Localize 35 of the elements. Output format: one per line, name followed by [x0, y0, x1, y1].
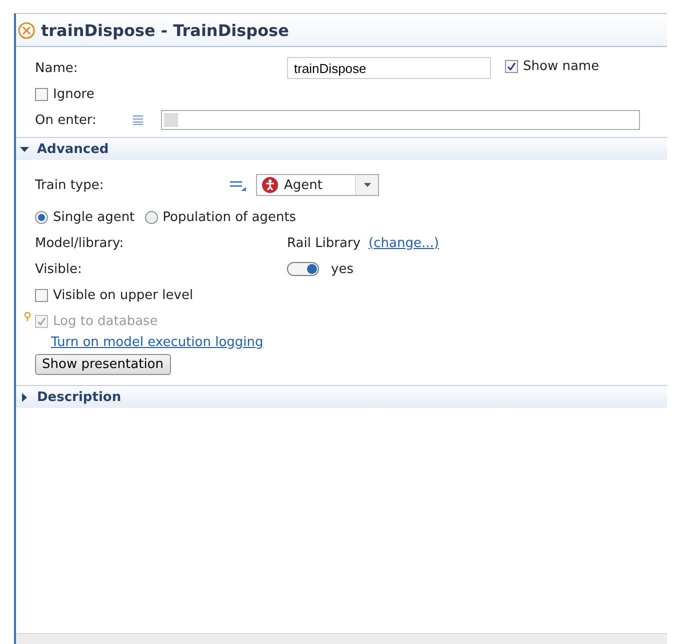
close-icon[interactable] — [18, 22, 35, 38]
expand-arrow-icon[interactable] — [20, 392, 29, 402]
lightbulb-icon — [24, 312, 31, 322]
agent-mode-radio[interactable]: Single agent — [35, 210, 135, 224]
logging-link[interactable]: Turn on model execution logging — [51, 334, 264, 350]
change-link[interactable]: (change...) — [368, 236, 439, 250]
name-label: Name: — [35, 60, 79, 76]
checkbox-label: Show name — [523, 59, 600, 74]
visible-label: Visible: — [35, 262, 83, 276]
on-enter-field[interactable] — [161, 110, 640, 130]
train-type-dropdown[interactable]: Agent — [256, 174, 379, 196]
agent-icon — [262, 177, 278, 193]
on-enter-label: On enter: — [35, 112, 98, 128]
advanced-section-header[interactable]: Advanced — [16, 137, 667, 160]
collapse-arrow-icon[interactable] — [20, 144, 29, 154]
panel-title: trainDispose - TrainDispose — [41, 20, 289, 40]
horizontal-scrollbar[interactable] — [16, 633, 667, 644]
show-presentation-button[interactable]: Show presentation — [35, 354, 170, 375]
caret-icon — [364, 183, 370, 187]
visible-upper-checkbox[interactable] — [35, 288, 48, 302]
lines-icon[interactable] — [230, 179, 246, 191]
ignore-checkbox[interactable] — [35, 88, 48, 100]
description-section-header[interactable]: Description — [16, 385, 667, 408]
show-name-checkbox[interactable] — [505, 60, 518, 73]
model-library-value: Rail Library — [287, 236, 361, 250]
visible-toggle[interactable] — [287, 262, 319, 276]
checkbox-label: Visible on upper level — [53, 288, 194, 302]
visible-value: yes — [331, 262, 354, 276]
list-icon[interactable] — [133, 115, 143, 125]
train-type-label: Train type: — [35, 178, 105, 192]
checkbox-label: Log to database — [53, 314, 158, 328]
model-library-label: Model/library: — [35, 236, 125, 250]
checkbox-label: Ignore — [53, 86, 94, 102]
agent-mode-radio[interactable]: Population of agents — [144, 210, 296, 224]
name-field[interactable]: trainDispose — [287, 57, 491, 79]
